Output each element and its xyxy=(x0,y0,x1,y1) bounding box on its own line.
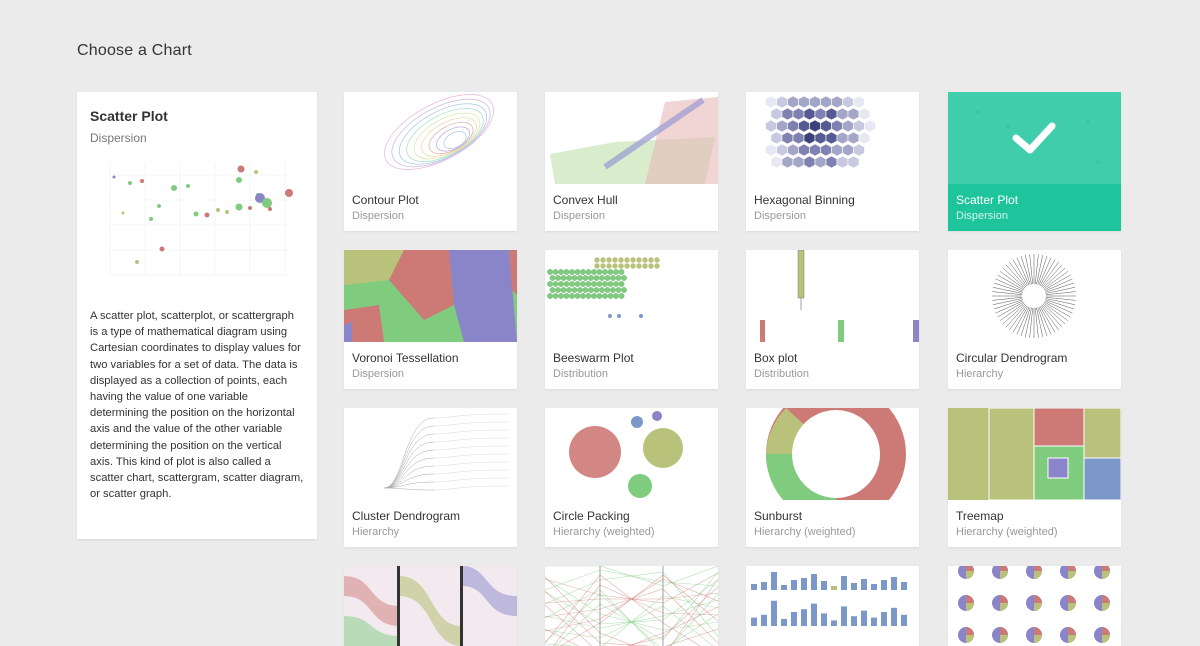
chart-thumbnail xyxy=(344,408,517,500)
chart-card-circular-dendrogram[interactable]: Circular Dendrogram Hierarchy xyxy=(948,250,1121,389)
detail-category: Dispersion xyxy=(90,131,147,145)
chart-card-convex-hull[interactable]: Convex Hull Dispersion xyxy=(545,92,718,231)
packing-thumbnail-svg xyxy=(569,411,683,498)
scatter-thumbnail-svg xyxy=(948,92,1121,184)
chart-card-category: Hierarchy xyxy=(352,526,400,538)
chart-thumbnail xyxy=(545,566,718,646)
chart-card-title: Convex Hull xyxy=(553,193,618,207)
chart-card-category: Hierarchy (weighted) xyxy=(754,526,856,538)
chart-card-category: Dispersion xyxy=(352,210,404,222)
chart-card-category: Dispersion xyxy=(553,210,605,222)
chart-card-title: Sunburst xyxy=(754,509,803,523)
chart-card-circle-packing[interactable]: Circle Packing Hierarchy (weighted) xyxy=(545,408,718,547)
pies-thumbnail-svg xyxy=(958,566,1110,643)
chart-card-title: Beeswarm Plot xyxy=(553,351,634,365)
chart-thumbnail xyxy=(948,566,1121,646)
detail-title: Scatter Plot xyxy=(90,108,168,124)
chart-thumbnail xyxy=(746,92,919,184)
hull-thumbnail-svg xyxy=(550,97,718,184)
page-title: Choose a Chart xyxy=(77,42,192,59)
chart-card-voronoi-tessellation[interactable]: Voronoi Tessellation Dispersion xyxy=(344,250,517,389)
sunburst-thumbnail-svg xyxy=(766,408,906,500)
chart-card-title: Cluster Dendrogram xyxy=(352,509,461,523)
chart-thumbnail xyxy=(545,250,718,342)
beeswarm-thumbnail-svg xyxy=(547,257,660,318)
chart-card-contour-plot[interactable]: Contour Plot Dispersion xyxy=(344,92,517,231)
chart-card-barsmall[interactable] xyxy=(746,566,919,646)
chart-thumbnail xyxy=(344,250,517,342)
chart-card-cluster-dendrogram[interactable]: Cluster Dendrogram Hierarchy xyxy=(344,408,517,547)
chart-card-title: Treemap xyxy=(956,509,1004,523)
chart-thumbnail xyxy=(545,92,718,184)
chart-card-title: Hexagonal Binning xyxy=(754,193,855,207)
chart-card-category: Hierarchy xyxy=(956,368,1004,380)
parallel-thumbnail-svg xyxy=(545,566,718,646)
chart-card-title: Voronoi Tessellation xyxy=(352,351,459,365)
voronoi-thumbnail-svg xyxy=(344,250,517,342)
chart-thumbnail xyxy=(746,408,919,500)
chart-card-hexagonal-binning[interactable]: Hexagonal Binning Dispersion xyxy=(746,92,919,231)
chart-thumbnail xyxy=(746,566,919,646)
detail-description: A scatter plot, scatterplot, or scatterg… xyxy=(90,310,304,501)
boxplot-thumbnail-svg xyxy=(760,250,919,342)
chart-card-parallel[interactable] xyxy=(545,566,718,646)
chart-card-category: Dispersion xyxy=(754,210,806,222)
chart-card-beeswarm-plot[interactable]: Beeswarm Plot Distribution xyxy=(545,250,718,389)
chart-card-category: Dispersion xyxy=(956,210,1008,222)
treemap-thumbnail-svg xyxy=(948,408,1121,500)
detail-preview-scatter xyxy=(109,163,293,276)
chart-thumbnail xyxy=(746,250,919,342)
chart-thumbnail xyxy=(344,92,517,184)
chart-card-category: Distribution xyxy=(553,368,609,380)
circdendro-thumbnail-svg xyxy=(992,254,1076,338)
chart-card-treemap[interactable]: Treemap Hierarchy (weighted) xyxy=(948,408,1121,547)
alluvial-thumbnail-svg xyxy=(344,566,517,646)
contour-thumbnail-svg xyxy=(384,94,494,170)
barsmall-thumbnail-svg xyxy=(751,572,907,626)
chart-card-sunburst[interactable]: Sunburst Hierarchy (weighted) xyxy=(746,408,919,547)
chart-card-title: Circle Packing xyxy=(553,509,630,523)
chart-thumbnail xyxy=(948,92,1121,184)
chart-thumbnail xyxy=(948,408,1121,500)
chart-thumbnail xyxy=(344,566,517,646)
chart-card-pies[interactable] xyxy=(948,566,1121,646)
chart-card-category: Hierarchy (weighted) xyxy=(553,526,655,538)
chart-card-title: Contour Plot xyxy=(352,193,419,207)
chart-detail-panel: Scatter Plot Dispersion A scatter plot, … xyxy=(77,92,317,539)
chart-card-title: Scatter Plot xyxy=(956,193,1019,207)
chart-card-alluvial[interactable] xyxy=(344,566,517,646)
chart-card-category: Distribution xyxy=(754,368,810,380)
chart-card-title: Circular Dendrogram xyxy=(956,351,1068,365)
chart-card-scatter-plot[interactable]: Scatter Plot Dispersion xyxy=(948,92,1121,231)
dendro-thumbnail-svg xyxy=(383,413,510,491)
hex-thumbnail-svg xyxy=(765,95,876,169)
chart-card-box-plot[interactable]: Box plot Distribution xyxy=(746,250,919,389)
chart-card-category: Hierarchy (weighted) xyxy=(956,526,1058,538)
chart-thumbnail xyxy=(948,250,1121,342)
chart-card-category: Dispersion xyxy=(352,368,404,380)
chart-card-title: Box plot xyxy=(754,351,798,365)
chart-thumbnail xyxy=(545,408,718,500)
